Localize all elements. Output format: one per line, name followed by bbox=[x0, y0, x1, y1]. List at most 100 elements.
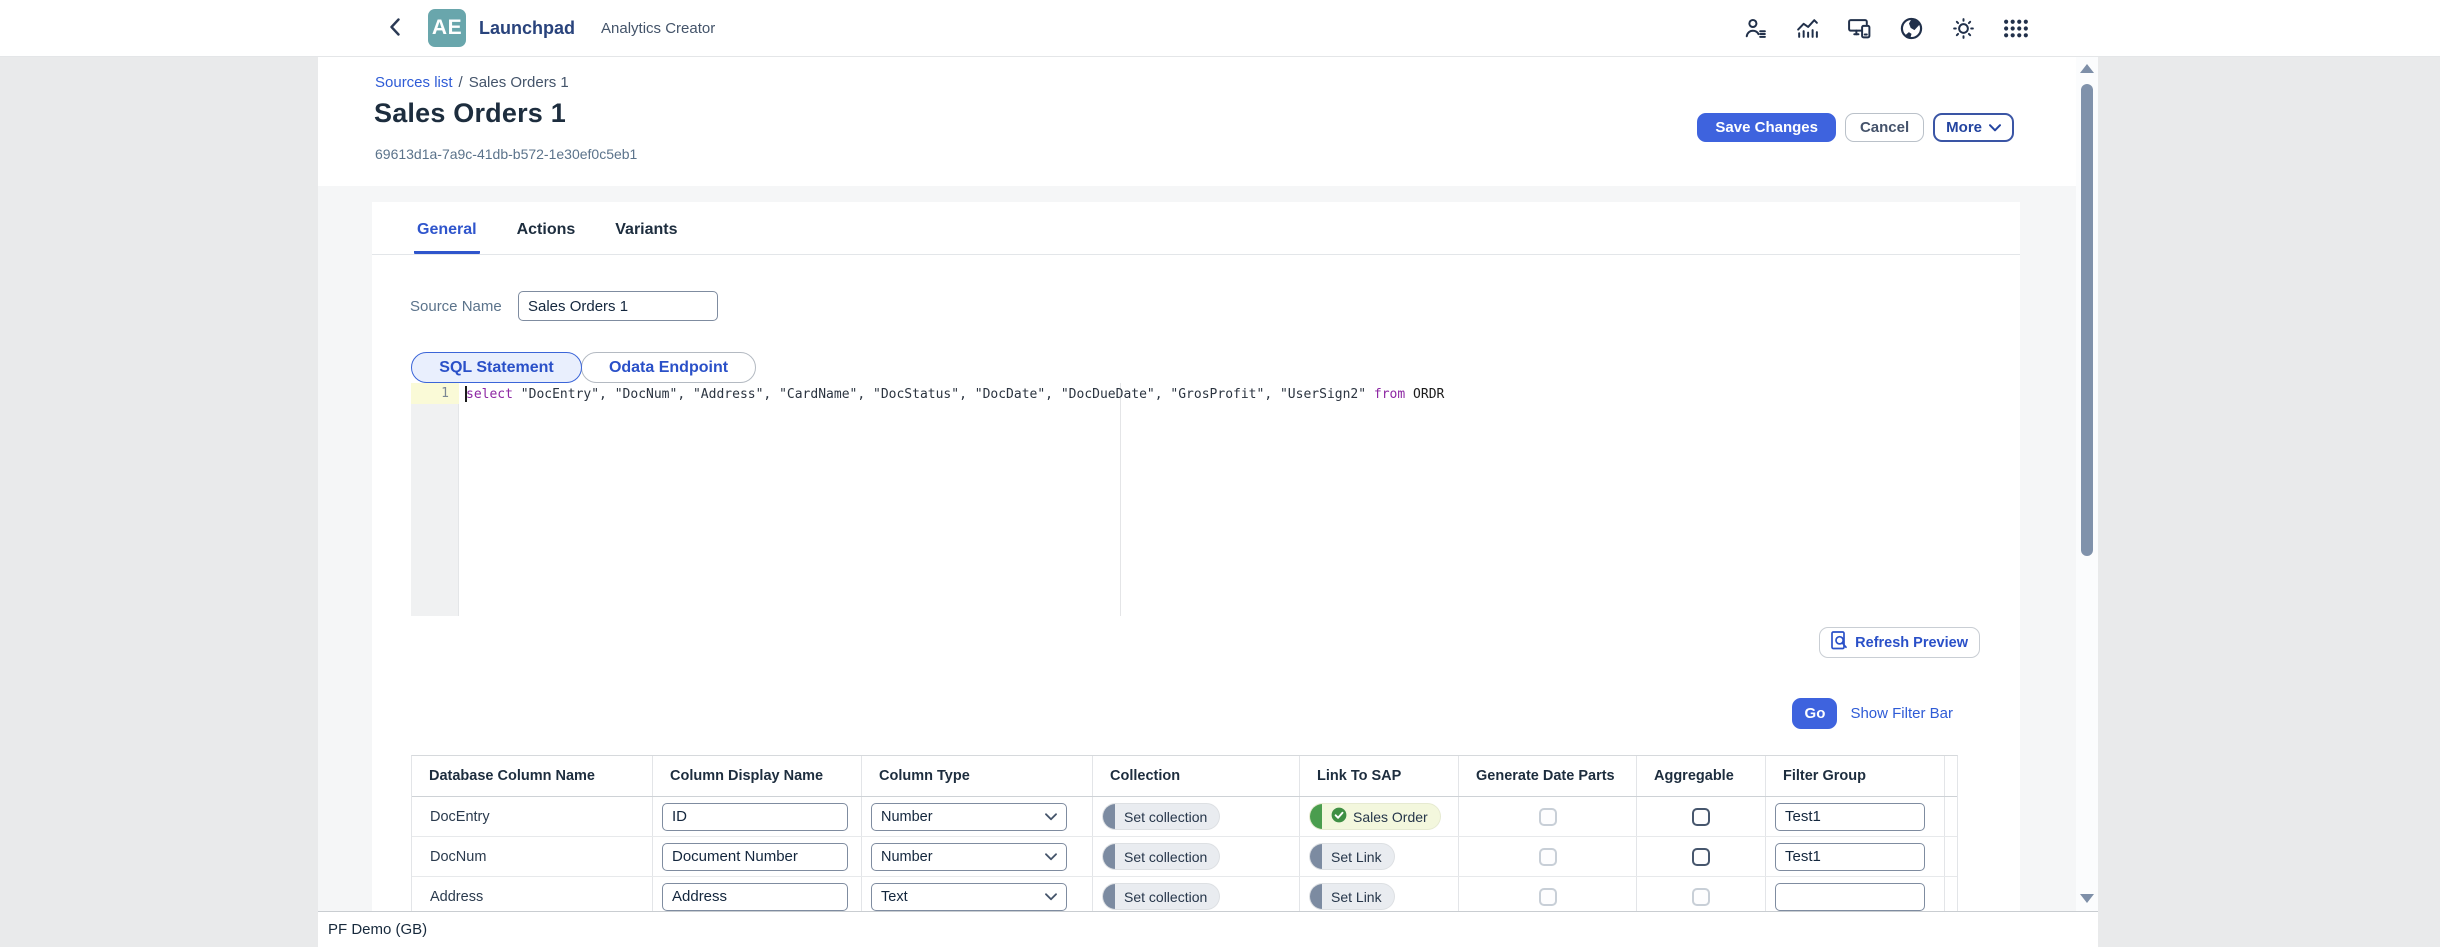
app-grid-icon[interactable] bbox=[2003, 16, 2028, 41]
odata-endpoint-toggle[interactable]: Odata Endpoint bbox=[581, 352, 756, 383]
db-column-name: DocEntry bbox=[412, 797, 653, 836]
col-header-generate-date-parts: Generate Date Parts bbox=[1459, 756, 1637, 796]
preview-icon bbox=[1831, 631, 1848, 654]
tab-general[interactable]: General bbox=[414, 207, 480, 254]
general-panel: General Actions Variants Source Name SQL… bbox=[372, 202, 2020, 911]
object-header: Sources list/Sales Orders 1 Sales Orders… bbox=[318, 56, 2076, 186]
col-header-column-display-name: Column Display Name bbox=[653, 756, 862, 796]
go-button[interactable]: Go bbox=[1792, 698, 1837, 729]
check-circle-icon bbox=[1331, 807, 1347, 826]
show-filter-bar-link[interactable]: Show Filter Bar bbox=[1850, 705, 1953, 722]
editor-print-margin bbox=[1120, 383, 1121, 616]
column-type-select[interactable]: Number bbox=[871, 803, 1067, 831]
app-subtitle: Analytics Creator bbox=[601, 0, 715, 56]
chip-bar bbox=[1310, 884, 1322, 909]
footer-bar: PF Demo (GB) bbox=[318, 911, 2098, 947]
filter-group-input[interactable] bbox=[1775, 843, 1925, 871]
set-collection-label: Set collection bbox=[1115, 849, 1219, 865]
sql-keyword-select: select bbox=[466, 387, 513, 402]
source-name-input[interactable] bbox=[518, 291, 718, 321]
chevron-down-icon bbox=[1045, 848, 1057, 866]
column-type-value: Text bbox=[881, 889, 908, 905]
breadcrumb-current: Sales Orders 1 bbox=[469, 74, 569, 91]
tab-actions[interactable]: Actions bbox=[514, 207, 579, 254]
more-button-label: More bbox=[1946, 119, 1982, 136]
chevron-down-icon bbox=[1045, 808, 1057, 826]
chevron-down-icon bbox=[1045, 888, 1057, 906]
theme-icon[interactable] bbox=[1951, 16, 1976, 41]
columns-table: Database Column Name Column Display Name… bbox=[411, 755, 1958, 917]
column-type-select[interactable]: Number bbox=[871, 843, 1067, 871]
source-uuid: 69613d1a-7a9c-41db-b572-1e30ef0c5eb1 bbox=[375, 146, 637, 162]
col-header-database-column-name: Database Column Name bbox=[412, 756, 653, 796]
cancel-button[interactable]: Cancel bbox=[1845, 113, 1924, 142]
column-type-select[interactable]: Text bbox=[871, 883, 1067, 911]
scroll-up-button[interactable] bbox=[2080, 64, 2094, 73]
breadcrumb-link-sources[interactable]: Sources list bbox=[375, 74, 453, 91]
sql-statement-toggle[interactable]: SQL Statement bbox=[411, 352, 582, 383]
generate-date-parts-checkbox[interactable] bbox=[1539, 888, 1557, 906]
scroll-down-button[interactable] bbox=[2080, 894, 2094, 903]
chip-bar bbox=[1103, 884, 1115, 909]
set-collection-button[interactable]: Set collection bbox=[1102, 883, 1220, 910]
link-to-sap-button[interactable]: Set Link bbox=[1309, 883, 1395, 910]
generate-date-parts-checkbox[interactable] bbox=[1539, 808, 1557, 826]
chip-bar bbox=[1310, 804, 1322, 829]
aggregable-checkbox[interactable] bbox=[1692, 848, 1710, 866]
filter-group-input[interactable] bbox=[1775, 883, 1925, 911]
app-logo[interactable]: AE bbox=[428, 9, 466, 47]
col-header-link-to-sap: Link To SAP bbox=[1300, 756, 1459, 796]
user-settings-icon[interactable] bbox=[1743, 16, 1768, 41]
topbar: AE Launchpad Analytics Creator bbox=[0, 0, 2440, 57]
set-collection-label: Set collection bbox=[1115, 809, 1219, 825]
filter-group-input[interactable] bbox=[1775, 803, 1925, 831]
refresh-preview-label: Refresh Preview bbox=[1855, 635, 1968, 651]
back-button[interactable] bbox=[382, 15, 408, 41]
set-collection-button[interactable]: Set collection bbox=[1102, 843, 1220, 870]
table-row: DocNum Number Set collection Set Link bbox=[412, 837, 1957, 877]
aggregable-checkbox[interactable] bbox=[1692, 888, 1710, 906]
app-screen: AE Launchpad Analytics Creator bbox=[0, 0, 2440, 947]
refresh-preview-button[interactable]: Refresh Preview bbox=[1819, 627, 1980, 658]
display-name-input[interactable] bbox=[662, 883, 848, 911]
code-line: select "DocEntry", "DocNum", "Address", … bbox=[466, 384, 1444, 405]
col-header-column-type: Column Type bbox=[862, 756, 1093, 796]
col-header-spacer bbox=[1945, 756, 1958, 796]
scroll-thumb[interactable] bbox=[2081, 84, 2093, 556]
sql-keyword-from: from bbox=[1374, 387, 1405, 402]
analytics-icon[interactable] bbox=[1795, 16, 1820, 41]
source-name-label: Source Name bbox=[410, 298, 502, 315]
table-header-row: Database Column Name Column Display Name… bbox=[412, 756, 1957, 797]
code-area[interactable]: select "DocEntry", "DocNum", "Address", … bbox=[460, 383, 1985, 616]
chevron-left-icon bbox=[390, 18, 400, 39]
chip-bar bbox=[1103, 804, 1115, 829]
save-changes-button[interactable]: Save Changes bbox=[1697, 113, 1836, 142]
aggregable-checkbox[interactable] bbox=[1692, 808, 1710, 826]
tabstrip: General Actions Variants bbox=[372, 202, 2020, 255]
col-header-aggregable: Aggregable bbox=[1637, 756, 1766, 796]
link-to-sap-label: Set Link bbox=[1322, 849, 1394, 865]
app-title: Launchpad bbox=[479, 0, 575, 56]
col-header-collection: Collection bbox=[1093, 756, 1300, 796]
devices-icon[interactable] bbox=[1847, 16, 1872, 41]
header-actions: Save Changes Cancel More bbox=[1697, 113, 2014, 142]
display-name-input[interactable] bbox=[662, 843, 848, 871]
generate-date-parts-checkbox[interactable] bbox=[1539, 848, 1557, 866]
line-number: 1 bbox=[411, 383, 459, 404]
link-to-sap-button[interactable]: Sales Order bbox=[1309, 803, 1441, 830]
sql-code-editor[interactable]: 1 select "DocEntry", "DocNum", "Address"… bbox=[411, 383, 1985, 616]
link-to-sap-button[interactable]: Set Link bbox=[1309, 843, 1395, 870]
db-column-name: DocNum bbox=[412, 837, 653, 876]
column-type-value: Number bbox=[881, 849, 933, 865]
display-name-input[interactable] bbox=[662, 803, 848, 831]
column-type-value: Number bbox=[881, 809, 933, 825]
col-header-filter-group: Filter Group bbox=[1766, 756, 1945, 796]
vertical-scrollbar[interactable] bbox=[2076, 56, 2098, 911]
chip-bar bbox=[1103, 844, 1115, 869]
set-collection-button[interactable]: Set collection bbox=[1102, 803, 1220, 830]
tab-variants[interactable]: Variants bbox=[612, 207, 680, 254]
more-button[interactable]: More bbox=[1933, 113, 2014, 142]
content-column: Sources list/Sales Orders 1 Sales Orders… bbox=[318, 56, 2098, 911]
topbar-icon-group bbox=[1743, 0, 2028, 56]
globe-icon[interactable] bbox=[1899, 16, 1924, 41]
